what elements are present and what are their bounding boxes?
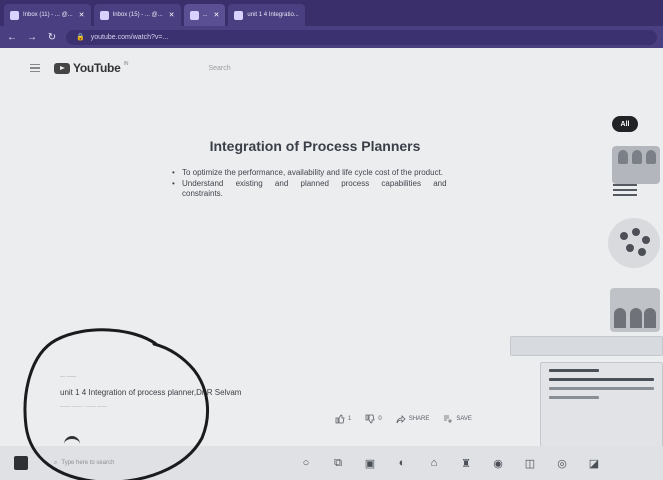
- bullet-dot: •: [172, 179, 175, 188]
- notification-line: [549, 387, 654, 390]
- slide-bullet: • Understand existing and planned proces…: [172, 179, 482, 199]
- share-button[interactable]: SHARE: [396, 414, 430, 424]
- recommended-thumbnail[interactable]: [612, 146, 660, 184]
- thumbnail-dot: [642, 236, 650, 244]
- slide-bullet: • To optimize the performance, availabil…: [172, 168, 482, 178]
- tab-label: Inbox (15) - ... @...: [112, 12, 163, 18]
- youtube-favicon-icon: [234, 10, 244, 20]
- cortana-icon[interactable]: ○: [299, 457, 313, 469]
- share-arrow-icon: [396, 415, 406, 424]
- chip-all[interactable]: All: [612, 116, 638, 132]
- like-button[interactable]: 1: [335, 414, 351, 424]
- hamburger-icon[interactable]: [30, 63, 40, 73]
- thumbnail-dot: [620, 232, 628, 240]
- logo-text: YouTube: [73, 61, 121, 75]
- task-view-icon[interactable]: ⧉: [331, 457, 345, 470]
- url-input[interactable]: 🔒 youtube.com/watch?v=...: [66, 29, 657, 45]
- youtube-logo[interactable]: YouTube IN: [54, 61, 128, 75]
- thumbnail-figure: [632, 150, 642, 164]
- lock-icon: 🔒: [76, 34, 85, 41]
- thumbnail-caption: [613, 184, 643, 199]
- thumbs-down-icon: [365, 414, 375, 424]
- browser-tab-active[interactable]: ... ✕: [183, 4, 226, 26]
- app-icon[interactable]: ♜: [459, 457, 473, 470]
- url-text: youtube.com/watch?v=...: [90, 33, 169, 41]
- close-icon[interactable]: ✕: [169, 11, 175, 19]
- dislike-count: 0: [378, 416, 382, 422]
- playlist-add-icon: [444, 415, 453, 423]
- slide-title: Integration of Process Planners: [209, 138, 421, 154]
- tab-label: ...: [202, 12, 208, 18]
- hand-drawn-circle: [23, 328, 209, 480]
- dislike-button[interactable]: 0: [365, 414, 382, 424]
- youtube-header: YouTube IN Search: [0, 48, 663, 88]
- bullet-dot: •: [172, 168, 175, 177]
- share-label: SHARE: [408, 416, 430, 422]
- thumbnail-figure: [618, 150, 628, 164]
- notification-toast[interactable]: [510, 336, 663, 356]
- app-icon[interactable]: ◎: [555, 457, 569, 470]
- close-icon[interactable]: ✕: [79, 11, 85, 19]
- gmail-icon: [99, 10, 109, 20]
- browser-address-bar: ← → ↻ 🔒 youtube.com/watch?v=...: [0, 26, 663, 48]
- recommended-thumbnail[interactable]: [610, 288, 660, 332]
- tab-favicon-icon: [189, 10, 199, 20]
- forward-arrow-icon[interactable]: →: [26, 32, 38, 43]
- notification-line: [549, 369, 599, 372]
- browser-tab-bar: Inbox (11) - ... @... ✕ Inbox (15) - ...…: [0, 0, 663, 26]
- like-count: 1: [348, 416, 352, 422]
- video-player[interactable]: Integration of Process Planners • To opt…: [150, 138, 490, 338]
- bullet-text: To optimize the performance, availabilit…: [182, 168, 444, 177]
- bullet-text: Understand existing and planned process …: [182, 179, 447, 198]
- chrome-icon[interactable]: ◉: [491, 457, 505, 470]
- country-code: IN: [123, 61, 129, 67]
- thumbnail-dot: [626, 244, 634, 252]
- save-button[interactable]: SAVE: [443, 414, 472, 424]
- search-input[interactable]: Search: [202, 59, 462, 77]
- back-arrow-icon[interactable]: ←: [6, 32, 18, 43]
- recommended-thumbnail[interactable]: [608, 218, 660, 268]
- thumbs-up-icon: [335, 414, 345, 424]
- app-icon[interactable]: ◪: [587, 457, 601, 470]
- slide-bullets: • To optimize the performance, availabil…: [172, 168, 482, 199]
- thumbnail-figure: [630, 308, 642, 328]
- reload-icon[interactable]: ↻: [46, 32, 58, 43]
- youtube-play-icon: [54, 62, 70, 74]
- taskbar-icons: ○ ⧉ ▣ ◐ ⌂ ♜ ◉ ◫ ◎ ◪: [299, 457, 601, 470]
- thumbnail-figure: [646, 150, 656, 164]
- browser-tab[interactable]: unit 1 4 Integratio...: [228, 4, 305, 26]
- store-icon[interactable]: ⌂: [427, 457, 441, 469]
- notification-line: [549, 378, 654, 381]
- thumbnail-dot: [638, 248, 646, 256]
- browser-tab[interactable]: Inbox (11) - ... @... ✕: [4, 4, 91, 26]
- video-actions: 1 0 SHARE SAVE: [335, 414, 472, 424]
- thumbnail-dot: [632, 228, 640, 236]
- tab-label: Inbox (11) - ... @...: [23, 12, 73, 18]
- thumbnail-figure: [614, 308, 626, 328]
- app-icon[interactable]: ◫: [523, 457, 537, 470]
- browser-tab[interactable]: Inbox (15) - ... @... ✕: [93, 4, 181, 26]
- close-icon[interactable]: ✕: [214, 11, 220, 19]
- thumbnail-figure: [644, 308, 656, 328]
- tab-label: unit 1 4 Integratio...: [247, 12, 299, 18]
- save-label: SAVE: [456, 416, 472, 422]
- file-explorer-icon[interactable]: ▣: [363, 457, 377, 470]
- gmail-icon: [10, 10, 19, 20]
- edge-icon[interactable]: ◐: [395, 457, 409, 469]
- notification-line: [549, 396, 599, 399]
